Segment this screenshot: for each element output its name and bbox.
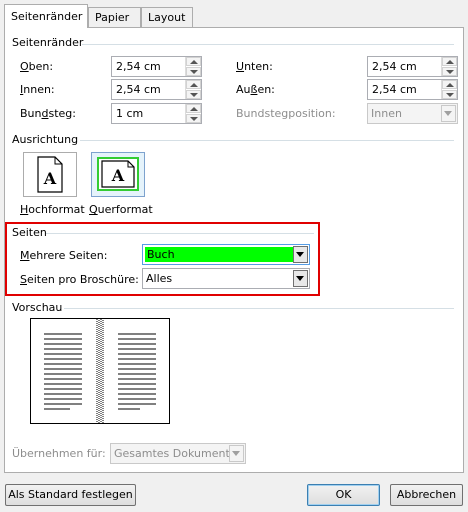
section-divider xyxy=(82,44,454,45)
multiple-pages-value: Buch xyxy=(145,247,293,262)
set-default-button[interactable]: Als Standard festlegen xyxy=(5,484,136,506)
portrait-button[interactable]: A xyxy=(23,152,77,197)
oben-spinner[interactable]: 2,54 cm xyxy=(111,56,202,77)
tab-label: Layout xyxy=(148,11,186,24)
pages-section-title: Seiten xyxy=(12,226,47,239)
spin-up-icon[interactable] xyxy=(186,57,201,66)
aussen-label: Außen: xyxy=(236,83,275,96)
tab-label: Seitenränder xyxy=(11,10,83,23)
landscape-glyph: A xyxy=(111,166,125,185)
book-preview-icon xyxy=(30,318,170,424)
innen-value: 2,54 cm xyxy=(116,83,161,96)
portrait-page-icon: A xyxy=(37,156,63,193)
bundsteg-value: 1 cm xyxy=(116,107,144,120)
margins-section-title: Seitenränder xyxy=(12,36,84,49)
section-divider xyxy=(46,233,314,234)
per-booklet-label: Seiten pro Broschüre: xyxy=(20,273,139,286)
tab-label: Papier xyxy=(95,11,130,24)
section-divider xyxy=(80,140,454,141)
portrait-glyph: A xyxy=(43,169,57,188)
spin-down-icon[interactable] xyxy=(442,67,457,76)
multiple-pages-select[interactable]: Buch xyxy=(142,244,310,265)
dropdown-arrow-icon xyxy=(229,445,244,462)
preview-section-title: Vorschau xyxy=(12,301,63,314)
spin-up-icon[interactable] xyxy=(186,104,201,113)
orientation-section-title: Ausrichtung xyxy=(12,133,79,146)
portrait-label: Hochformat xyxy=(20,203,85,216)
unten-label: Unten: xyxy=(236,60,273,73)
bundstegposition-label: Bundstegposition: xyxy=(236,107,336,120)
apply-to-select[interactable]: Gesamtes Dokument xyxy=(110,443,246,464)
apply-to-value: Gesamtes Dokument xyxy=(114,447,230,460)
bundsteg-label: Bundsteg: xyxy=(20,107,76,120)
unten-value: 2,54 cm xyxy=(372,60,417,73)
multiple-pages-label: Mehrere Seiten: xyxy=(20,249,108,262)
aussen-spinner[interactable]: 2,54 cm xyxy=(367,79,458,100)
tab-layout[interactable]: Layout xyxy=(141,7,193,27)
innen-label: Innen: xyxy=(20,83,55,96)
spin-down-icon[interactable] xyxy=(442,90,457,99)
bundstegposition-value: Innen xyxy=(371,107,402,120)
landscape-button[interactable]: A xyxy=(91,152,145,197)
oben-value: 2,54 cm xyxy=(116,60,161,73)
ok-button[interactable]: OK xyxy=(307,484,380,506)
spin-up-icon[interactable] xyxy=(186,80,201,89)
unten-spinner[interactable]: 2,54 cm xyxy=(367,56,458,77)
dropdown-arrow-icon xyxy=(293,246,308,263)
aussen-value: 2,54 cm xyxy=(372,83,417,96)
bundstegposition-select[interactable]: Innen xyxy=(367,103,458,124)
landscape-page-icon: A xyxy=(97,157,139,191)
innen-spinner[interactable]: 2,54 cm xyxy=(111,79,202,100)
spin-up-icon[interactable] xyxy=(442,80,457,89)
section-divider xyxy=(64,308,454,309)
spin-down-icon[interactable] xyxy=(186,114,201,123)
spin-down-icon[interactable] xyxy=(186,90,201,99)
bundsteg-spinner[interactable]: 1 cm xyxy=(111,103,202,124)
dropdown-arrow-icon xyxy=(293,270,308,287)
apply-to-label: Übernehmen für: xyxy=(12,447,106,460)
tab-papier[interactable]: Papier xyxy=(88,7,141,27)
oben-label: Oben: xyxy=(20,60,54,73)
cancel-button[interactable]: Abbrechen xyxy=(390,484,463,506)
per-booklet-value: Alles xyxy=(146,272,173,285)
landscape-label: Querformat xyxy=(89,203,153,216)
spin-down-icon[interactable] xyxy=(186,67,201,76)
tab-seitenraender[interactable]: Seitenränder xyxy=(4,4,88,28)
per-booklet-select[interactable]: Alles xyxy=(142,268,310,289)
dropdown-arrow-icon xyxy=(441,105,456,122)
spin-up-icon[interactable] xyxy=(442,57,457,66)
